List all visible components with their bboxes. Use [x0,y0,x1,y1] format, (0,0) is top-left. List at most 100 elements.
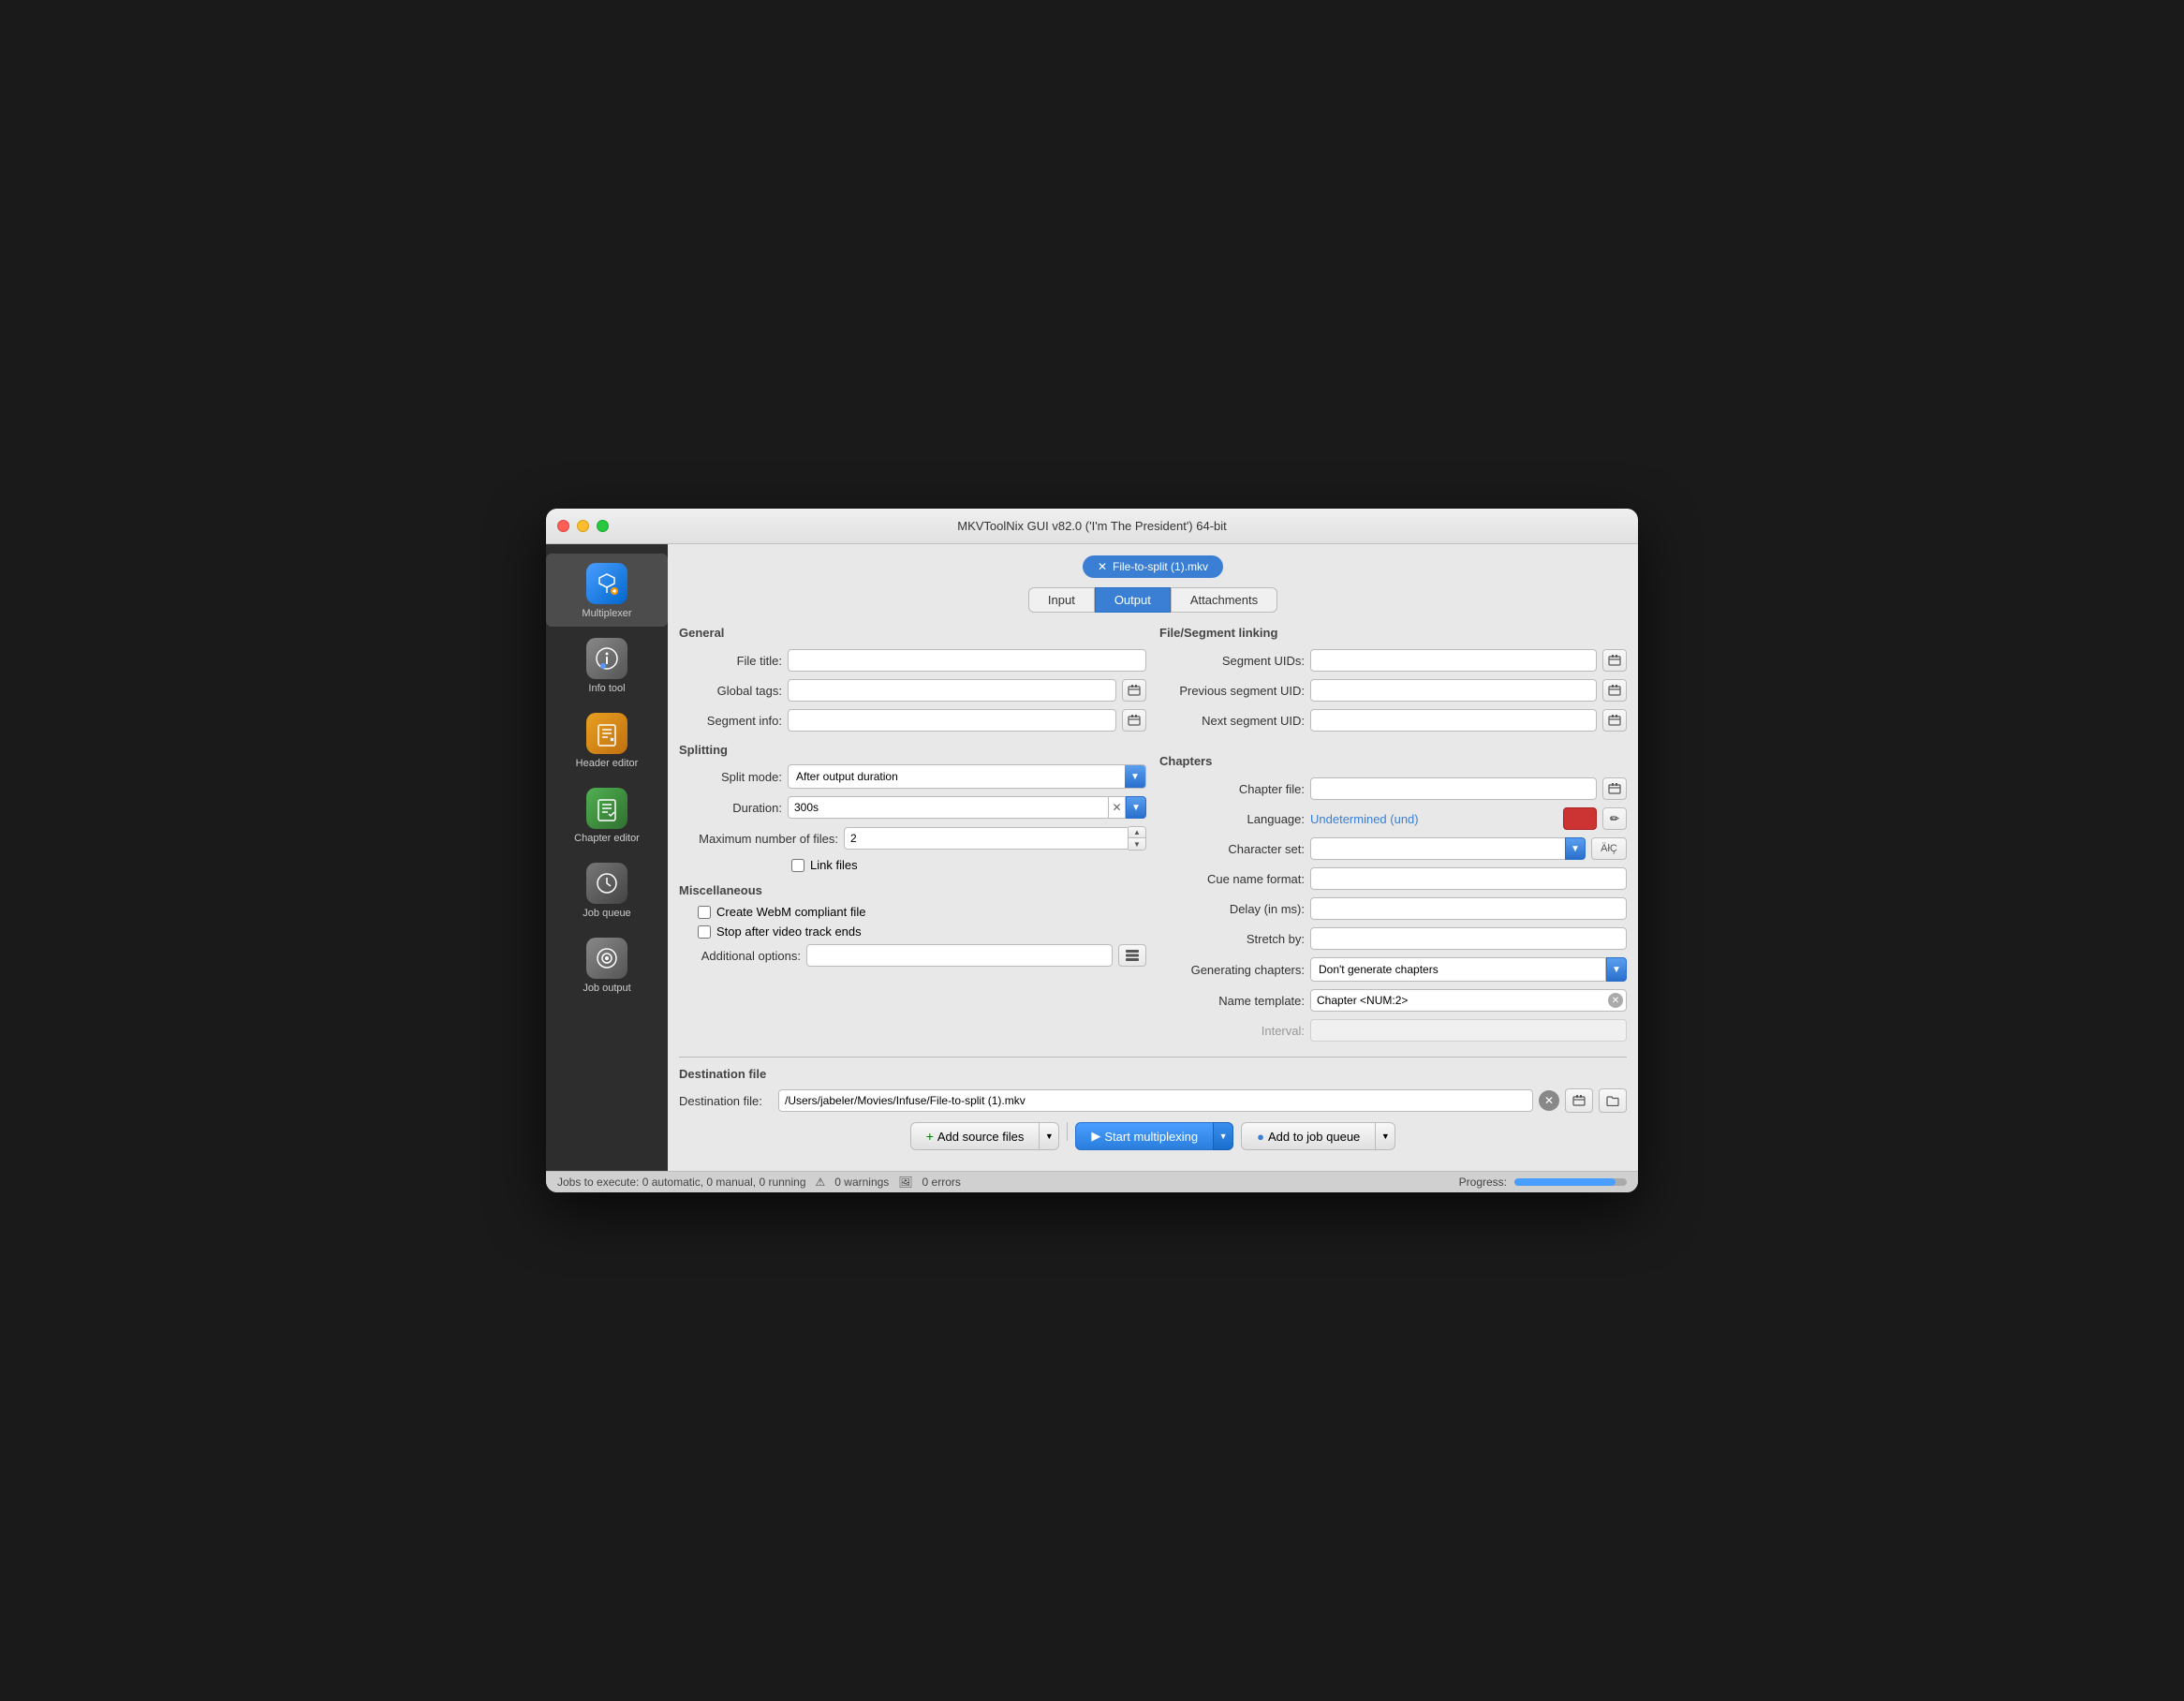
sidebar-item-job-queue[interactable]: Job queue [546,853,668,926]
duration-clear-button[interactable]: ✕ [1109,796,1126,819]
close-button[interactable] [557,520,569,532]
sidebar-item-label-jobqueue: Job queue [583,908,630,919]
character-set-input[interactable] [1310,837,1565,860]
segment-uids-input[interactable] [1310,649,1597,672]
stop-after-video-checkbox[interactable] [698,925,711,939]
additional-options-btn[interactable] [1118,944,1146,967]
sidebar-item-chapter-editor[interactable]: Chapter editor [546,778,668,851]
link-files-checkbox[interactable] [791,859,804,872]
add-queue-group: ● Add to job queue ▼ [1241,1122,1395,1150]
jobs-text: Jobs to execute: 0 automatic, 0 manual, … [557,1176,806,1189]
start-mux-button[interactable]: ▶ Start multiplexing [1075,1122,1213,1150]
name-template-clear-button[interactable]: ✕ [1608,993,1623,1008]
add-queue-dropdown-button[interactable]: ▼ [1375,1122,1395,1150]
generating-chapters-select[interactable]: Don't generate chapters [1310,957,1606,982]
destination-area: Destination file Destination file: ✕ [679,1057,1627,1113]
segment-uids-browse-button[interactable] [1602,649,1627,672]
link-section: File/Segment linking Segment UIDs: Previ… [1159,626,1627,739]
maximize-button[interactable] [597,520,609,532]
action-bar: + Add source files ▼ ▶ Start multiplexin… [679,1113,1627,1160]
generating-chapters-label: Generating chapters: [1159,963,1305,977]
additional-options-label: Additional options: [679,949,801,963]
name-template-input[interactable] [1310,989,1627,1012]
split-mode-label: Split mode: [679,770,782,784]
destination-clear-button[interactable]: ✕ [1539,1090,1559,1111]
character-set-label-button[interactable]: ÄłÇ [1591,837,1627,860]
job-output-icon [584,936,629,981]
split-mode-row: Split mode: After output duration ▼ [679,764,1146,789]
previous-uid-label: Previous segment UID: [1159,684,1305,698]
left-section: General File title: Global tags: Segment… [679,626,1146,1049]
add-source-button[interactable]: + Add source files [910,1122,1040,1150]
segment-info-label: Segment info: [679,714,782,728]
global-tags-browse-button[interactable] [1122,679,1146,702]
cue-name-label: Cue name format: [1159,872,1305,886]
add-source-dropdown-button[interactable]: ▼ [1039,1122,1059,1150]
destination-label: Destination file: [679,1094,773,1108]
duration-row: Duration: ✕ ▼ [679,796,1146,819]
window-title: MKVToolNix GUI v82.0 ('I'm The President… [957,519,1227,533]
stretch-input[interactable] [1310,927,1627,950]
sidebar-item-job-output[interactable]: Job output [546,928,668,1001]
sidebar-item-info-tool[interactable]: Info tool [546,629,668,702]
previous-uid-browse-button[interactable] [1602,679,1627,702]
segment-info-input[interactable] [788,709,1116,732]
file-tab[interactable]: ✕ File-to-split (1).mkv [1083,555,1223,578]
chapters-section: Chapters Chapter file: Language: Undeter… [1159,754,1627,1049]
file-tab-bar: ✕ File-to-split (1).mkv [679,555,1627,578]
sidebar-item-header-editor[interactable]: Header editor [546,703,668,777]
destination-folder-button[interactable] [1599,1088,1627,1113]
stop-after-video-label: Stop after video track ends [716,924,862,939]
sidebar-item-label-chapter: Chapter editor [574,833,640,844]
stop-after-video-row: Stop after video track ends [698,924,1146,939]
split-mode-select[interactable]: After output duration ▼ [788,764,1146,789]
duration-input[interactable] [788,796,1109,819]
language-edit-button[interactable]: ✏ [1602,807,1627,830]
language-value[interactable]: Undetermined (und) [1310,812,1557,826]
separator-1 [1067,1122,1068,1141]
tab-attachments[interactable]: Attachments [1171,587,1277,613]
destination-browse-button[interactable] [1565,1088,1593,1113]
max-files-input[interactable] [844,827,1129,850]
next-uid-browse-button[interactable] [1602,709,1627,732]
chapter-file-row: Chapter file: [1159,777,1627,800]
minimize-button[interactable] [577,520,589,532]
next-uid-input[interactable] [1310,709,1597,732]
segment-info-browse-button[interactable] [1122,709,1146,732]
tab-output[interactable]: Output [1095,587,1171,613]
next-uid-label: Next segment UID: [1159,714,1305,728]
global-tags-input[interactable] [788,679,1116,702]
split-mode-arrow: ▼ [1125,765,1145,788]
add-queue-button[interactable]: ● Add to job queue [1241,1122,1375,1150]
destination-input[interactable] [778,1089,1533,1112]
tab-input[interactable]: Input [1028,587,1095,613]
file-tab-close[interactable]: ✕ [1098,560,1107,573]
max-files-increment[interactable]: ▲ [1129,827,1145,838]
sidebar-item-label-header: Header editor [576,758,639,769]
additional-options-input[interactable] [806,944,1113,967]
max-files-decrement[interactable]: ▼ [1129,838,1145,850]
stretch-row: Stretch by: [1159,927,1627,950]
sidebar: Multiplexer Info tool [546,544,668,1171]
start-mux-dropdown-button[interactable]: ▼ [1213,1122,1233,1150]
chapter-file-input[interactable] [1310,777,1597,800]
file-title-input[interactable] [788,649,1146,672]
duration-dropdown-button[interactable]: ▼ [1126,796,1146,819]
warning-icon: ⚠ [816,1176,826,1189]
cue-name-input[interactable] [1310,867,1627,890]
window-controls[interactable] [557,520,609,532]
language-label: Language: [1159,812,1305,826]
sidebar-item-multiplexer[interactable]: Multiplexer [546,554,668,627]
chapter-file-browse-button[interactable] [1602,777,1627,800]
character-set-dropdown-button[interactable]: ▼ [1565,837,1586,860]
progress-bar [1514,1178,1627,1186]
duration-label: Duration: [679,801,782,815]
generating-chapters-dropdown-button[interactable]: ▼ [1606,957,1627,982]
language-remove-button[interactable] [1563,807,1597,830]
sidebar-item-label-joboutput: Job output [583,983,630,994]
previous-uid-input[interactable] [1310,679,1597,702]
delay-input[interactable] [1310,897,1627,920]
name-template-label: Name template: [1159,994,1305,1008]
error-icon: 🖼 [898,1176,912,1189]
create-webm-checkbox[interactable] [698,906,711,919]
